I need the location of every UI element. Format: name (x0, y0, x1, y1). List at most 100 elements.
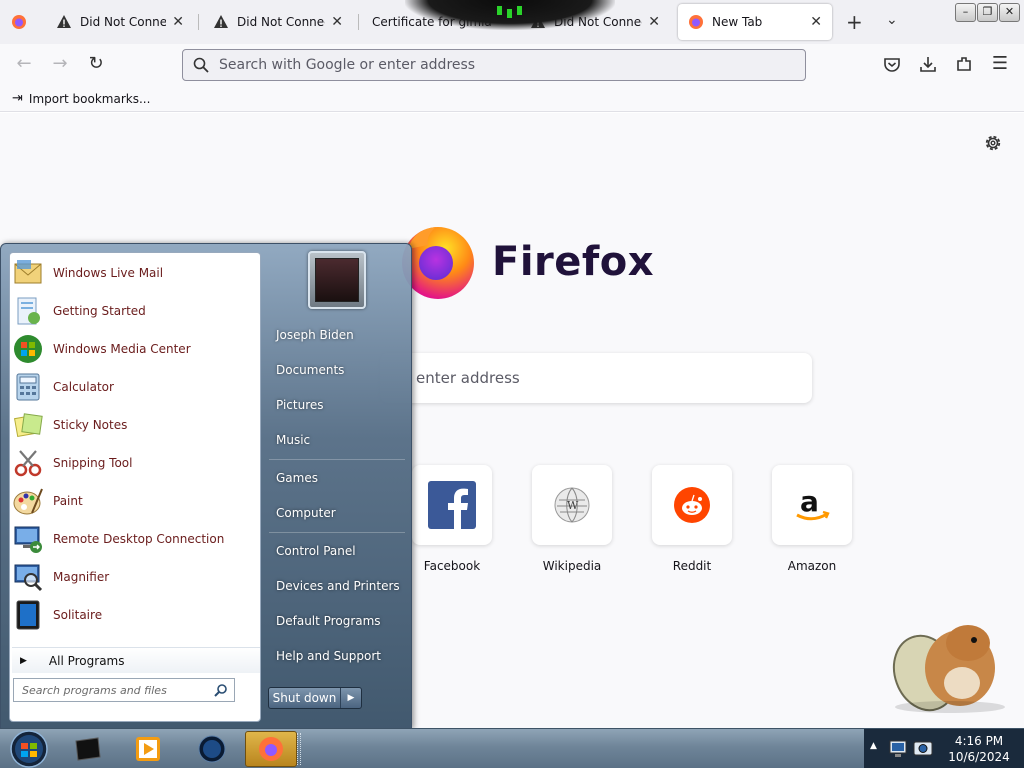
import-bookmarks-link[interactable]: Import bookmarks... (29, 92, 151, 106)
shortcut-tile (652, 465, 732, 545)
reddit-logo-icon (674, 487, 710, 523)
program-solitaire[interactable]: Solitaire (12, 597, 260, 633)
close-tab-icon[interactable]: ✕ (810, 14, 822, 30)
settings-gear-icon[interactable] (983, 133, 1003, 153)
window-controls: – ❐ ✕ (955, 3, 1020, 22)
shortcut-reddit[interactable]: Reddit (652, 465, 732, 573)
start-link-user[interactable]: Joseph Biden (276, 328, 354, 342)
system-clock[interactable]: 4:16 PM 10/6/2024 (934, 733, 1024, 765)
program-paint[interactable]: Paint (12, 483, 260, 519)
newtab-search-placeholder: enter address (416, 369, 520, 387)
start-link-music[interactable]: Music (276, 433, 310, 447)
tab-label: Did Not Connect: P (80, 15, 167, 29)
back-arrow-icon[interactable]: ← (14, 54, 34, 74)
taskbar-app-firefox[interactable] (245, 731, 297, 767)
all-programs-button[interactable]: ▶ All Programs (12, 647, 260, 673)
camera-icon[interactable] (912, 737, 934, 759)
media-player-icon (136, 737, 160, 761)
url-bar[interactable]: Search with Google or enter address (182, 49, 806, 81)
close-tab-icon[interactable]: ✕ (172, 14, 184, 30)
shortcut-amazon[interactable]: a Amazon (772, 465, 852, 573)
start-link-pictures[interactable]: Pictures (276, 398, 324, 412)
shortcut-wikipedia[interactable]: W Wikipedia (532, 465, 612, 573)
tab-bar: Did Not Connect: P ✕ Did Not Connect: P … (0, 0, 1024, 44)
download-icon[interactable] (919, 55, 937, 73)
restore-button[interactable]: ❐ (977, 3, 998, 22)
start-separator (269, 532, 405, 533)
tab-did-not-connect-2[interactable]: Did Not Connect: P ✕ (203, 4, 353, 40)
start-link-computer[interactable]: Computer (276, 506, 336, 520)
pocket-icon[interactable] (883, 56, 901, 74)
solitaire-icon (16, 600, 40, 630)
shortcut-facebook[interactable]: Facebook (412, 465, 492, 573)
program-getting-started[interactable]: Getting Started (12, 293, 260, 329)
close-window-button[interactable]: ✕ (999, 3, 1020, 22)
tab-did-not-connect-1[interactable]: Did Not Connect: P ✕ (46, 4, 194, 40)
start-menu-programs-pane: Windows Live Mail Getting Started Window… (9, 252, 261, 722)
start-link-help-support[interactable]: Help and Support (276, 649, 381, 663)
network-icon[interactable] (888, 737, 910, 759)
tab-new-tab[interactable]: New Tab ✕ (678, 4, 832, 40)
shutdown-button[interactable]: Shut down (269, 688, 341, 708)
program-label: Solitaire (53, 608, 103, 622)
magnifier-icon (14, 564, 43, 592)
menu-hamburger-icon[interactable]: ☰ (990, 54, 1010, 74)
minimize-button[interactable]: – (955, 3, 976, 22)
extensions-icon[interactable] (955, 55, 973, 73)
user-picture[interactable] (308, 251, 366, 309)
program-label: Paint (53, 494, 83, 508)
shutdown-options-arrow-icon[interactable]: ▶ (341, 688, 361, 708)
firefox-icon (259, 737, 283, 761)
globe-icon (198, 735, 226, 763)
start-link-games[interactable]: Games (276, 471, 318, 485)
program-label: Windows Media Center (53, 342, 191, 356)
firefox-wordmark: Firefox (492, 239, 655, 285)
paint-icon (13, 488, 43, 515)
program-sticky-notes[interactable]: Sticky Notes (12, 407, 260, 443)
show-hidden-icons-arrow-icon[interactable]: ▲ (870, 741, 877, 751)
start-link-documents[interactable]: Documents (276, 363, 344, 377)
program-windows-media-center[interactable]: Windows Media Center (12, 331, 260, 367)
sticky-notes-icon (13, 413, 43, 438)
start-link-default-programs[interactable]: Default Programs (276, 614, 381, 628)
program-windows-live-mail[interactable]: Windows Live Mail (12, 255, 260, 291)
shortcut-name: Wikipedia (542, 559, 602, 573)
search-icon[interactable] (214, 683, 228, 697)
start-orb-button[interactable] (4, 729, 54, 768)
program-snipping-tool[interactable]: Snipping Tool (12, 445, 260, 481)
shortcut-name: Reddit (672, 559, 712, 573)
list-tabs-chevron-icon[interactable]: ⌄ (886, 12, 898, 28)
taskbar-resize-handle[interactable] (297, 733, 301, 765)
clock-date: 10/6/2024 (948, 750, 1010, 764)
newtab-search-box[interactable]: enter address (380, 353, 812, 403)
new-tab-plus-icon[interactable]: + (846, 10, 863, 34)
close-tab-icon[interactable]: ✕ (331, 14, 343, 30)
close-tab-icon[interactable]: ✕ (648, 14, 660, 30)
forward-arrow-icon[interactable]: → (50, 54, 70, 74)
getting-started-icon (17, 297, 40, 325)
hamster-sticker-image (892, 625, 1005, 713)
taskbar-app-globe[interactable] (186, 731, 238, 767)
clock-time: 4:16 PM (954, 734, 1004, 748)
wikipedia-globe-icon: W (554, 487, 590, 523)
tab-separator (358, 14, 359, 30)
start-link-control-panel[interactable]: Control Panel (276, 544, 356, 558)
firefox-view-button[interactable] (4, 4, 34, 40)
program-remote-desktop[interactable]: Remote Desktop Connection (12, 521, 260, 557)
start-search-input[interactable]: Search programs and files (13, 678, 235, 702)
taskbar-app-media-player[interactable] (122, 731, 174, 767)
play-arrow-icon: ▶ (20, 655, 27, 666)
start-link-devices-printers[interactable]: Devices and Printers (276, 579, 400, 593)
shutdown-control: Shut down ▶ (268, 687, 362, 709)
taskbar-app-terminal[interactable] (62, 731, 114, 767)
start-menu: Windows Live Mail Getting Started Window… (0, 243, 412, 729)
program-label: Getting Started (53, 304, 146, 318)
url-placeholder: Search with Google or enter address (219, 57, 476, 73)
facebook-logo-icon (428, 481, 476, 529)
reload-icon[interactable]: ↻ (86, 54, 106, 74)
program-magnifier[interactable]: Magnifier (12, 559, 260, 595)
amazon-logo-icon: a (796, 485, 830, 521)
program-calculator[interactable]: Calculator (12, 369, 260, 405)
start-separator (269, 459, 405, 460)
program-label: Windows Live Mail (53, 266, 164, 280)
